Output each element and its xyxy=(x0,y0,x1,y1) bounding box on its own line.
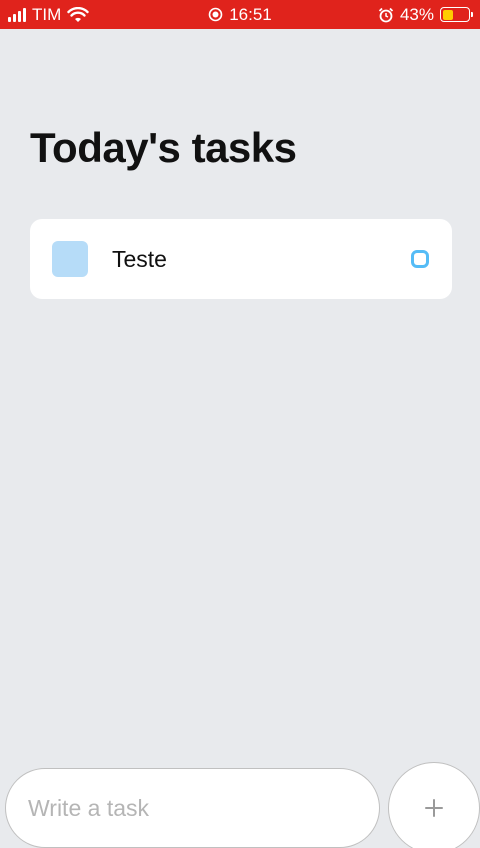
alarm-icon xyxy=(378,7,394,22)
task-item[interactable]: Teste xyxy=(30,219,452,299)
battery-percent: 43% xyxy=(399,4,434,24)
recording-icon xyxy=(208,7,223,22)
status-bar-right: 43% xyxy=(378,0,473,29)
page-title: Today's tasks xyxy=(30,124,297,171)
battery-icon xyxy=(440,7,473,22)
task-input[interactable] xyxy=(5,768,380,848)
task-square-icon xyxy=(52,241,88,277)
add-task-button[interactable] xyxy=(388,762,480,848)
task-text: Teste xyxy=(112,246,167,272)
battery-fill xyxy=(442,9,454,20)
plus-icon xyxy=(425,799,443,817)
task-status-circle-icon xyxy=(411,250,429,268)
clock: 16:51 xyxy=(229,4,272,24)
status-bar: TIM 16:51 43% xyxy=(0,0,480,29)
